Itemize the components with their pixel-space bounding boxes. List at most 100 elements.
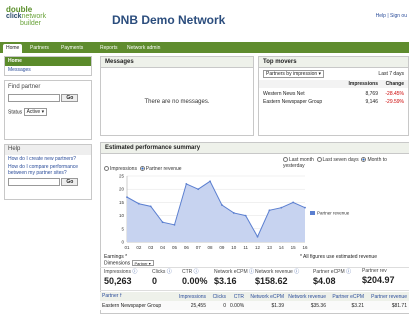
status-select[interactable]: Active ▾ [23,108,48,116]
radio-partner-revenue[interactable] [139,166,145,172]
cell-clicks: 0 [223,302,226,309]
radio-impressions[interactable] [104,166,109,172]
cell-ctr: 0.00% [230,302,245,309]
tab-partners[interactable]: Partners [27,44,52,53]
sidebar-item-home[interactable]: Home [5,57,91,66]
chart-y-tick: 20 [119,187,125,192]
help-signout-links[interactable]: Help | Sign ou [376,13,407,19]
find-partner-label: Find partner [8,84,41,90]
col-ctr[interactable]: CTR [228,294,246,300]
dimensions-value: Partner [134,261,148,266]
col-partner-ecpm[interactable]: Partner eCPM [328,294,366,300]
chart-y-tick: 15 [119,200,125,205]
sidebar: Home Messages Find partner Go Status Act… [4,56,92,200]
chart-point [209,180,211,183]
stat-label: CTR [182,269,193,275]
partner-table: Partner 🠕 Impressions Clicks CTR Network… [100,292,409,310]
stat-impressions: Impressions ⓘ 50,263 [104,268,137,286]
help-icon[interactable]: ⓘ [194,269,199,275]
chart-legend-label: Partner revenue [317,211,350,216]
chart-point [173,223,176,226]
tab-payments[interactable]: Payments [58,44,86,53]
table-row[interactable]: Western News Net 8,769 -28.45% [259,90,408,98]
sidebar-item-messages[interactable]: Messages [5,66,91,75]
mover-change: -28.45% [385,91,404,97]
top-movers-panel: Top movers Partners by impression ▾ Last… [258,56,409,136]
find-partner-input[interactable] [8,94,60,102]
find-partner-box: Find partner Go Status Active ▾ [4,80,92,140]
tab-reports[interactable]: Reports [97,44,121,53]
chart-y-tick: 5 [121,226,124,231]
stat-value: 50,263 [104,276,132,286]
radio-last-seven-days[interactable] [316,157,322,163]
col-impressions[interactable]: Impressions [172,294,208,300]
col-network-revenue[interactable]: Network revenue [286,294,328,300]
tab-network-admin[interactable]: Network admin [124,44,163,53]
help-go-button[interactable]: Go [61,178,79,186]
radio-last-month[interactable] [283,157,288,163]
chevron-down-icon: ▾ [148,261,151,266]
top-movers-header-row: Impressions Change [259,80,408,88]
col-partner-label: Partner [102,292,119,299]
help-box: Help How do I create new partners? How d… [4,144,92,200]
help-link-create-partners[interactable]: How do I create new partners? [5,155,91,163]
help-search-input[interactable] [8,178,60,186]
messages-panel: Messages There are no messages. [100,56,254,136]
help-icon[interactable]: ⓘ [346,269,351,275]
dimensions-select[interactable]: Partner ▾ [131,260,154,266]
col-network-ecpm[interactable]: Network eCPM [246,294,286,300]
chart-y-tick: 25 [119,174,125,179]
logo-builder: builder [20,20,42,27]
find-partner-go-button[interactable]: Go [61,94,79,102]
messages-title: Messages [101,57,253,68]
chart-point [197,188,200,191]
chart-point [292,201,295,204]
help-icon[interactable]: ⓘ [294,269,299,275]
stat-network-revenue: Network revenue ⓘ $158.62 [255,268,299,286]
cell-impressions: 25,455 [190,302,206,309]
help-icon[interactable]: ⓘ [132,269,137,275]
logo-network: network [21,13,47,20]
help-title: Help [5,145,91,155]
chart-x-tick: 16 [302,245,308,250]
stat-value: $204.97 [362,275,395,285]
top-movers-filter-value: Partners by impression [266,71,318,77]
messages-empty-text: There are no messages. [144,99,210,105]
col-impressions: Impressions [348,81,378,87]
mover-name: Western News Net [263,91,305,97]
stat-label: Partner rev [362,268,387,274]
stat-value: $3.16 [214,276,237,286]
chart-x-tick: 02 [136,245,142,250]
doubleclick-logo[interactable]: double clicknetwork builder [6,6,47,28]
cell-partner: Eastern Newspaper Group [102,302,162,309]
help-icon[interactable]: ⓘ [167,269,172,275]
chart-x-tick: 07 [196,245,202,250]
cell-network-revenue: $35.36 [310,302,326,309]
cell-partner-revenue: $81.71 [391,302,407,309]
col-partner-revenue[interactable]: Partner revenue [366,294,409,300]
stat-label: Partner eCPM [313,269,345,275]
chart-y-tick: 10 [119,213,125,218]
col-partner[interactable]: Partner 🠕 [100,293,172,301]
range-radios: Last month Last seven days Month to yest… [283,157,409,169]
col-change: Change [385,81,404,87]
stat-network-ecpm: Network eCPM ⓘ $3.16 [214,268,254,286]
radio-last-seven-days-label: Last seven days [322,157,359,163]
chevron-down-icon: ▾ [41,109,45,115]
top-movers-filter-select[interactable]: Partners by impression ▾ [263,70,325,78]
chart-point [126,196,128,199]
chart-area-fill [127,181,305,242]
chart-y-tick: 0 [121,240,124,245]
mover-impressions: 9,146 [365,99,378,105]
chart-x-tick: 03 [148,245,154,250]
tab-home[interactable]: Home [3,44,23,53]
revenue-chart-svg: 051015202501 02 03 04 05 06 07 08 09 10 11 12 13 14 15… [119,174,350,251]
chart-x-tick: 01 [124,245,130,250]
help-link-compare-performance[interactable]: How do I compare performance between my … [5,163,91,177]
radio-month-to-yesterday[interactable] [361,157,367,163]
col-clicks[interactable]: Clicks [208,294,228,300]
chart-point [149,205,152,208]
table-row[interactable]: Eastern Newspaper Group 25,455 0 0.00% $… [100,301,409,310]
help-icon[interactable]: ⓘ [249,269,254,275]
table-row[interactable]: Eastern Newspaper Group 9,146 -29.59% [259,98,408,106]
